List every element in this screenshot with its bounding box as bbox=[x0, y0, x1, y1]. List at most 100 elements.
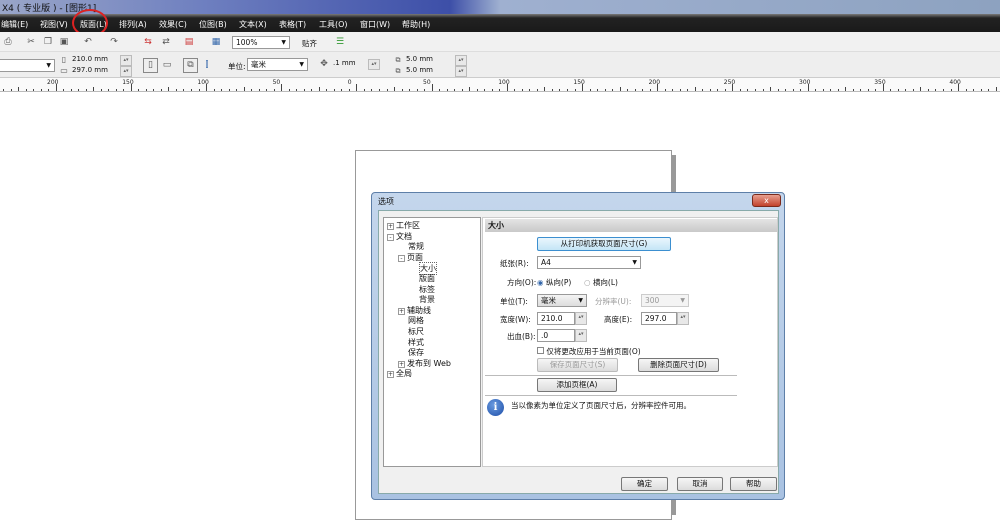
get-from-printer-button[interactable]: 从打印机获取页面尺寸(G) bbox=[537, 237, 671, 251]
menu-table[interactable]: 表格(T) bbox=[279, 19, 306, 30]
height-spinner[interactable]: ▴▾ bbox=[120, 66, 132, 77]
width-spinner[interactable]: ▴▾ bbox=[120, 55, 132, 66]
undo-icon[interactable]: ↶ bbox=[82, 36, 94, 48]
ruler-tick bbox=[642, 89, 644, 91]
paper-type-combo[interactable]: ▼ bbox=[0, 59, 55, 72]
tree-item[interactable]: - 页面 bbox=[398, 252, 423, 263]
unit-combo[interactable]: 毫米 ▼ bbox=[247, 58, 308, 71]
menu-window[interactable]: 窗口(W) bbox=[360, 19, 390, 30]
height-field[interactable]: 297.0 bbox=[641, 312, 677, 325]
tree-item[interactable]: 常规 bbox=[408, 241, 424, 252]
all-pages-icon[interactable]: ⧉ bbox=[183, 58, 198, 73]
portrait-icon[interactable]: ▯ bbox=[143, 58, 158, 73]
ruler-tick bbox=[78, 89, 80, 91]
paste-icon[interactable]: ▣ bbox=[58, 36, 70, 48]
horizontal-ruler[interactable]: 200 150 100 50 0 50 100 150 200 250 300 350 400 bbox=[0, 78, 1000, 92]
portrait-radio[interactable]: ◉ 纵向(P) bbox=[537, 277, 571, 288]
tree-item[interactable]: + 工作区 bbox=[387, 220, 420, 231]
nudge-spinner[interactable]: ▴▾ bbox=[368, 59, 380, 70]
landscape-radio[interactable]: ○ 横向(L) bbox=[584, 277, 618, 288]
tree-item[interactable]: 保存 bbox=[408, 347, 424, 358]
snap-button[interactable]: 贴齐 bbox=[302, 38, 317, 49]
export-icon[interactable]: ⇄ bbox=[160, 36, 172, 48]
copy-icon[interactable]: ❐ bbox=[42, 36, 54, 48]
tree-item[interactable]: 标签 bbox=[419, 284, 435, 295]
expand-icon[interactable]: + bbox=[387, 371, 394, 379]
help-button[interactable]: 帮助 bbox=[730, 477, 777, 491]
menu-text[interactable]: 文本(X) bbox=[239, 19, 267, 30]
save-size-button[interactable]: 保存页面尺寸(S) bbox=[537, 358, 618, 372]
duplicate-y-field[interactable]: 5.0 mm bbox=[404, 66, 454, 77]
launcher-icon[interactable]: ▤ bbox=[183, 36, 195, 48]
apply-current-checkbox[interactable]: 仅将更改应用于当前页面(O) bbox=[537, 346, 641, 357]
ruler-tick bbox=[860, 89, 862, 91]
menu-arrange[interactable]: 排列(A) bbox=[119, 19, 147, 30]
ruler-tick bbox=[950, 89, 952, 91]
expand-icon[interactable]: + bbox=[387, 223, 394, 230]
tree-item[interactable]: 网格 bbox=[408, 315, 424, 326]
collapse-icon[interactable]: - bbox=[387, 233, 394, 241]
close-button[interactable]: x bbox=[752, 194, 781, 207]
collapse-icon[interactable]: - bbox=[398, 254, 405, 262]
menu-edit[interactable]: 编辑(E) bbox=[1, 19, 28, 30]
menu-view[interactable]: 视图(V) bbox=[40, 19, 68, 30]
menu-tools[interactable]: 工具(O) bbox=[319, 19, 348, 30]
ruler-label: 350 bbox=[874, 79, 886, 86]
delete-size-button[interactable]: 删除页面尺寸(D) bbox=[638, 358, 719, 372]
expand-icon[interactable]: + bbox=[398, 307, 405, 315]
options-icon[interactable]: ☰ bbox=[334, 36, 346, 48]
tree-item[interactable]: 背景 bbox=[419, 294, 435, 305]
ruler-tick bbox=[709, 89, 711, 91]
tree-item[interactable]: 样式 bbox=[408, 337, 424, 348]
menu-effects[interactable]: 效果(C) bbox=[159, 19, 187, 30]
cancel-button[interactable]: 取消 bbox=[677, 477, 723, 491]
ruler-tick bbox=[10, 89, 12, 91]
dup-y-spinner[interactable]: ▴▾ bbox=[455, 66, 467, 77]
redo-icon[interactable]: ↷ bbox=[108, 36, 120, 48]
tree-item[interactable]: 版面 bbox=[419, 273, 435, 284]
bleed-spinner[interactable]: ▴▾ bbox=[575, 329, 587, 342]
welcome-icon[interactable]: ▦ bbox=[210, 36, 222, 48]
menu-help[interactable]: 帮助(H) bbox=[402, 19, 430, 30]
import-icon[interactable]: ⇆ bbox=[142, 36, 154, 48]
print-icon[interactable]: ⎙ bbox=[2, 36, 14, 48]
page-width-field[interactable]: 210.0 mm bbox=[70, 55, 120, 66]
tree-item[interactable]: + 辅助线 bbox=[398, 305, 431, 316]
menu-bitmaps[interactable]: 位图(B) bbox=[199, 19, 227, 30]
page-height-field[interactable]: 297.0 mm bbox=[70, 66, 120, 77]
dup-x-spinner[interactable]: ▴▾ bbox=[455, 55, 467, 66]
duplicate-x-field[interactable]: 5.0 mm bbox=[404, 55, 454, 66]
bleed-field[interactable]: .0 bbox=[537, 329, 575, 342]
height-spinner[interactable]: ▴▾ bbox=[677, 312, 689, 325]
nudge-field[interactable]: .1 mm bbox=[331, 59, 367, 70]
ruler-tick bbox=[431, 84, 433, 91]
ruler-tick bbox=[980, 89, 982, 91]
expand-icon[interactable]: + bbox=[398, 360, 405, 368]
landscape-icon[interactable]: ▭ bbox=[161, 59, 173, 71]
ruler-tick bbox=[318, 87, 320, 91]
add-frame-button[interactable]: 添加页框(A) bbox=[537, 378, 617, 392]
resolution-combo[interactable]: 300 ▼ bbox=[641, 294, 689, 307]
paper-combo[interactable]: A4 ▼ bbox=[537, 256, 641, 269]
tree-item[interactable]: - 文档 bbox=[387, 231, 412, 242]
width-field[interactable]: 210.0 bbox=[537, 312, 575, 325]
tree-item[interactable]: 标尺 bbox=[408, 326, 424, 337]
ruler-tick bbox=[311, 89, 313, 91]
zoom-value: 100% bbox=[236, 38, 258, 47]
width-spinner[interactable]: ▴▾ bbox=[575, 312, 587, 325]
ruler-tick bbox=[168, 87, 170, 91]
cut-icon[interactable]: ✂ bbox=[25, 36, 37, 48]
resolution-label: 分辨率(U): bbox=[595, 297, 632, 306]
apply-current-label: 仅将更改应用于当前页面(O) bbox=[546, 347, 641, 356]
tree-item[interactable]: + 发布到 Web bbox=[398, 358, 451, 369]
zoom-combo[interactable]: 100% ▼ bbox=[232, 36, 290, 49]
size-panel: 大小 从打印机获取页面尺寸(G) 纸张(R): A4 ▼ 方向(O): ◉ 纵向(… bbox=[482, 217, 778, 467]
ruler-tick bbox=[138, 89, 140, 91]
tree-item[interactable]: + 全局 bbox=[387, 368, 412, 379]
ruler-tick bbox=[506, 84, 508, 91]
current-page-icon[interactable]: ⫿ bbox=[201, 59, 213, 71]
ruler-tick bbox=[529, 89, 531, 91]
ruler-tick bbox=[927, 89, 929, 91]
ok-button[interactable]: 确定 bbox=[621, 477, 668, 491]
unit-combo[interactable]: 毫米 ▼ bbox=[537, 294, 587, 307]
